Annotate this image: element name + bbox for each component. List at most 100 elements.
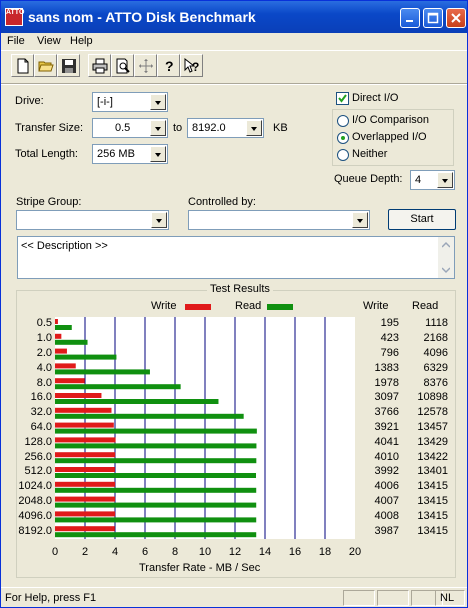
atto-app-icon: ATTO [5, 8, 24, 26]
legend-read-swatch [267, 304, 293, 310]
write-value: 3097 [374, 391, 399, 404]
svg-text:?: ? [165, 58, 174, 74]
total-length-select[interactable]: 256 MB [92, 144, 168, 164]
x-tick-label: 4 [111, 546, 119, 558]
write-bar [55, 407, 112, 413]
move-button[interactable] [134, 54, 157, 77]
x-tick-label: 14 [258, 546, 272, 558]
title-bar[interactable]: ATTO sans nom - ATTO Disk Benchmark [1, 1, 467, 33]
chevron-down-icon[interactable] [150, 146, 166, 162]
chevron-down-icon[interactable] [150, 120, 166, 136]
write-value: 1383 [374, 361, 399, 374]
description-textarea[interactable]: << Description >> [17, 236, 455, 279]
write-bar [55, 452, 116, 458]
transfer-from-value: 0.5 [115, 122, 131, 134]
read-bar [55, 384, 181, 390]
write-bar [55, 422, 114, 428]
y-tick-label: 64.0 [30, 421, 52, 433]
read-value: 1118 [425, 317, 448, 330]
chevron-down-icon[interactable] [151, 212, 167, 228]
context-help-button[interactable]: ? [180, 54, 203, 77]
read-value: 12578 [417, 406, 448, 419]
read-value: 6329 [423, 361, 448, 374]
direct-io-checkbox[interactable] [336, 92, 349, 105]
menu-help[interactable]: Help [70, 35, 93, 47]
help-button[interactable]: ? [157, 54, 180, 77]
chart-plot-area [55, 317, 355, 539]
description-scrollbar[interactable] [438, 237, 454, 278]
print-preview-button[interactable] [111, 54, 134, 77]
drive-label: Drive: [15, 95, 44, 107]
toolbar: ? ? [5, 54, 463, 80]
transfer-size-from-select[interactable]: 0.5 [92, 118, 168, 138]
open-folder-button[interactable] [34, 54, 57, 77]
menu-file[interactable]: File [7, 35, 25, 47]
read-bar [55, 517, 257, 523]
io-comparison-radio[interactable] [337, 115, 349, 127]
stripe-group-select[interactable] [16, 210, 169, 230]
minimize-icon [406, 20, 413, 22]
read-bar [55, 413, 244, 419]
test-results-title: Test Results [207, 283, 273, 295]
write-bar [55, 467, 115, 472]
x-tick-label: 0 [51, 546, 59, 558]
drive-select[interactable]: [-i-] [92, 92, 168, 112]
read-value: 2168 [423, 332, 448, 345]
read-bar [55, 428, 257, 434]
queue-depth-select[interactable]: 4 [410, 170, 455, 190]
write-bar [55, 496, 116, 502]
x-tick-label: 16 [288, 546, 302, 558]
read-bar [55, 487, 257, 493]
x-tick-label: 10 [198, 546, 212, 558]
maximize-button[interactable] [423, 8, 443, 28]
menu-view[interactable]: View [37, 35, 61, 47]
y-tick-label: 2048.0 [18, 495, 52, 507]
checkmark-icon [338, 94, 347, 103]
controlled-by-select[interactable] [188, 210, 370, 230]
status-indicator: NL [435, 590, 465, 606]
y-tick-label: 32.0 [30, 406, 52, 419]
overlapped-io-radio[interactable] [337, 132, 349, 144]
y-tick-label: 0.5 [36, 317, 52, 330]
toolbar-separator [1, 83, 467, 85]
neither-label[interactable]: Neither [352, 148, 387, 160]
read-value: 4096 [423, 347, 448, 359]
neither-radio[interactable] [337, 149, 349, 161]
write-bar [55, 333, 62, 339]
minimize-button[interactable] [400, 8, 420, 28]
x-tick-label: 12 [228, 546, 242, 558]
write-value: 4006 [374, 480, 399, 493]
read-value: 10898 [417, 391, 448, 404]
total-length-label: Total Length: [15, 148, 78, 160]
direct-io-label[interactable]: Direct I/O [352, 92, 398, 104]
write-value: 3987 [374, 524, 399, 537]
read-value: 13422 [417, 450, 448, 463]
chevron-down-icon[interactable] [352, 212, 368, 228]
print-button[interactable] [88, 54, 111, 77]
new-document-button[interactable] [11, 54, 34, 77]
new-document-icon [17, 58, 29, 74]
y-tick-label: 512.0 [24, 465, 52, 478]
read-bar [55, 473, 257, 478]
y-tick-label: 128.0 [24, 435, 52, 448]
io-mode-group: I/O Comparison Overlapped I/O Neither [332, 109, 454, 166]
close-button[interactable] [446, 8, 466, 28]
save-button[interactable] [57, 54, 80, 77]
read-bar [55, 458, 257, 464]
start-button[interactable]: Start [388, 209, 456, 230]
io-comparison-label[interactable]: I/O Comparison [352, 114, 429, 126]
x-axis-title: Transfer Rate - MB / Sec [139, 562, 261, 574]
chevron-down-icon[interactable] [437, 172, 453, 188]
window-title: sans nom - ATTO Disk Benchmark [28, 9, 256, 25]
overlapped-io-label[interactable]: Overlapped I/O [352, 131, 427, 143]
chevron-down-icon[interactable] [150, 94, 166, 110]
write-value: 4010 [374, 450, 399, 463]
context-help-icon: ? [184, 58, 199, 74]
transfer-size-to-select[interactable]: 8192.0 [187, 118, 264, 138]
x-tick-label: 18 [318, 546, 332, 558]
chevron-down-icon[interactable] [246, 120, 262, 136]
write-bar [55, 319, 58, 324]
controlled-by-label: Controlled by: [188, 196, 256, 208]
read-bar [55, 339, 88, 345]
read-value: 13457 [417, 421, 448, 433]
